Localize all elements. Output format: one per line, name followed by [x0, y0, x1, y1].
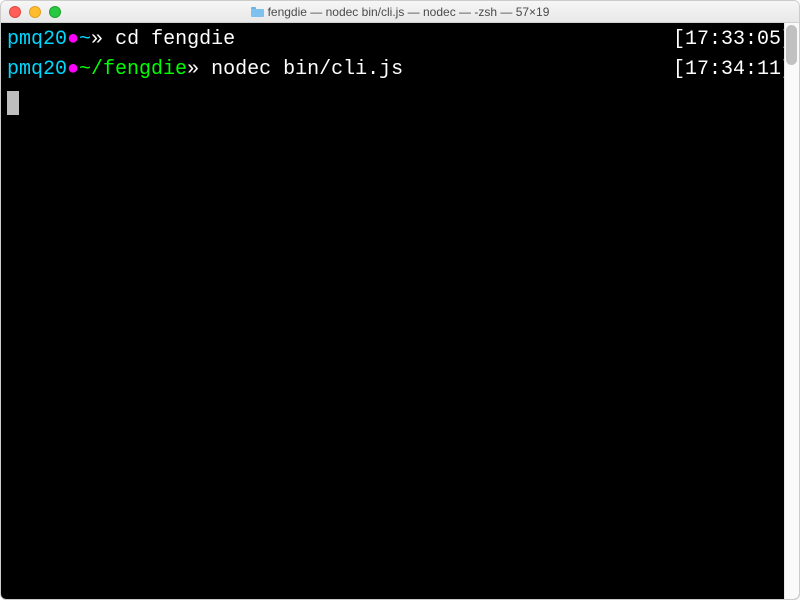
prompt: pmq20●~» cd fengdie: [7, 25, 235, 55]
cursor-line: [7, 85, 793, 115]
prompt-arrow: »: [187, 55, 199, 85]
prompt-path: ~/fengdie: [79, 55, 187, 85]
timestamp: [17:33:05]: [673, 25, 793, 55]
folder-icon: [251, 7, 264, 17]
scrollbar-thumb[interactable]: [786, 25, 797, 65]
prompt-dot: ●: [67, 25, 79, 55]
maximize-icon[interactable]: [49, 6, 61, 18]
prompt-dot: ●: [67, 55, 79, 85]
command-text: [199, 55, 211, 85]
prompt: pmq20●~/fengdie» nodec bin/cli.js: [7, 55, 403, 85]
terminal-line: pmq20●~» cd fengdie [17:33:05]: [7, 25, 793, 55]
timestamp: [17:34:11]: [673, 55, 793, 85]
prompt-arrow: »: [91, 25, 103, 55]
command-text: [103, 25, 115, 55]
window-title-text: fengdie — nodec bin/cli.js — nodec — -zs…: [268, 5, 550, 19]
prompt-path: ~: [79, 25, 91, 55]
close-icon[interactable]: [9, 6, 21, 18]
terminal-window: fengdie — nodec bin/cli.js — nodec — -zs…: [0, 0, 800, 600]
prompt-user: pmq20: [7, 25, 67, 55]
command-text: cd fengdie: [115, 25, 235, 55]
command-text: nodec bin/cli.js: [211, 55, 403, 85]
traffic-lights: [9, 6, 61, 18]
terminal-line: pmq20●~/fengdie» nodec bin/cli.js [17:34…: [7, 55, 793, 85]
terminal-body[interactable]: pmq20●~» cd fengdie [17:33:05] pmq20●~/f…: [1, 23, 799, 599]
titlebar[interactable]: fengdie — nodec bin/cli.js — nodec — -zs…: [1, 1, 799, 23]
cursor: [7, 91, 19, 115]
window-title: fengdie — nodec bin/cli.js — nodec — -zs…: [1, 5, 799, 19]
prompt-user: pmq20: [7, 55, 67, 85]
minimize-icon[interactable]: [29, 6, 41, 18]
scrollbar-track[interactable]: [784, 23, 799, 599]
